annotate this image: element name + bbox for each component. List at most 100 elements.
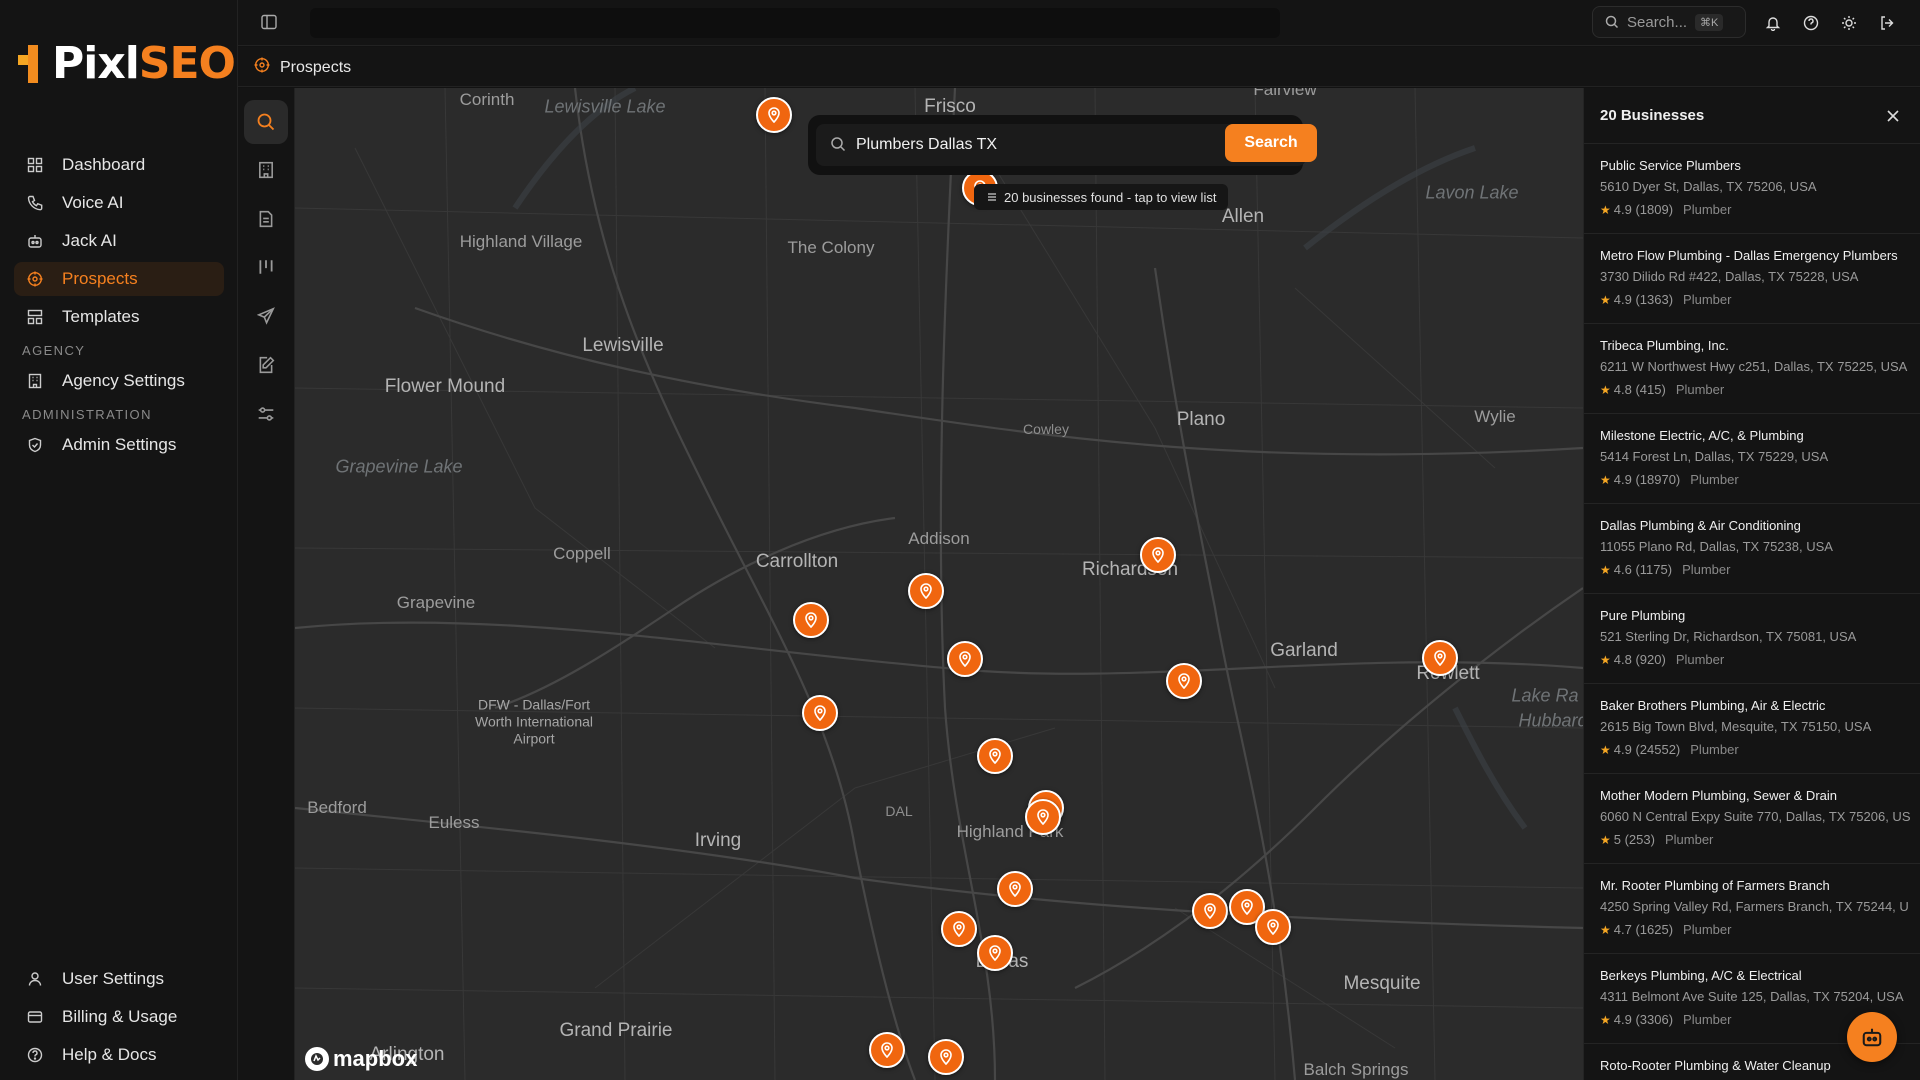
rail-edit-button[interactable]: [244, 343, 288, 387]
business-meta: ★ 4.9 (1809) Plumber: [1600, 202, 1920, 217]
map-pin[interactable]: [1166, 663, 1202, 699]
nav-section-administration: ADMINISTRATION: [22, 407, 152, 422]
nav-label: Voice AI: [62, 193, 124, 212]
help-circle-icon[interactable]: [1800, 12, 1822, 34]
nav-item-user-settings[interactable]: User Settings: [14, 962, 224, 996]
business-list-item[interactable]: Mother Modern Plumbing, Sewer & Drain 606…: [1584, 774, 1920, 864]
rail-send-button[interactable]: [244, 294, 288, 338]
business-list-item[interactable]: Metro Flow Plumbing - Dallas Emergency P…: [1584, 234, 1920, 324]
business-address: 4311 Belmont Ave Suite 125, Dallas, TX 7…: [1600, 989, 1904, 1004]
business-rating: 4.8 (920): [1613, 652, 1666, 667]
sidebar: Pixl SEO Dashboard Voice AI Jack AI Prosp…: [0, 0, 238, 1080]
place-label: Plano: [1176, 409, 1226, 430]
map-pin[interactable]: [908, 573, 944, 609]
nav-label: User Settings: [62, 969, 165, 988]
business-category: Plumber: [1682, 562, 1731, 577]
sun-icon[interactable]: [1838, 12, 1860, 34]
place-label: Hubbard: [1518, 710, 1583, 731]
nav-item-voice-ai[interactable]: Voice AI: [14, 186, 224, 220]
business-address: 521 Sterling Dr, Richardson, TX 75081, U…: [1600, 629, 1857, 644]
business-list-item[interactable]: Baker Brothers Plumbing, Air & Electric 2…: [1584, 684, 1920, 774]
global-search-input[interactable]: Search... ⌘K: [1592, 6, 1746, 38]
map-pin[interactable]: [869, 1032, 905, 1068]
place-label: Allen: [1221, 206, 1265, 227]
assistant-fab-button[interactable]: [1847, 1012, 1897, 1062]
rail-filter-button[interactable]: [244, 392, 288, 436]
results-panel-header: 20 Businesses: [1584, 88, 1920, 144]
business-meta: ★ 4.7 (1625) Plumber: [1600, 922, 1920, 937]
business-list-item[interactable]: Public Service Plumbers 5610 Dyer St, Dal…: [1584, 144, 1920, 234]
place-label: Wylie: [1474, 407, 1516, 426]
kanban-icon: [259, 260, 273, 274]
nav-item-templates[interactable]: Templates: [14, 300, 224, 334]
location-icon: [940, 1049, 952, 1065]
nav-item-jack-ai[interactable]: Jack AI: [14, 224, 224, 258]
business-list-item[interactable]: Mr. Rooter Plumbing of Farmers Branch 425…: [1584, 864, 1920, 954]
rail-kanban-button[interactable]: [244, 245, 288, 289]
map-pin[interactable]: [928, 1039, 964, 1075]
business-list-item[interactable]: Tribeca Plumbing, Inc. 6211 W Northwest H…: [1584, 324, 1920, 414]
map-pin[interactable]: [756, 97, 792, 133]
star-icon: ★: [1600, 562, 1611, 577]
map-pin[interactable]: [1025, 799, 1061, 835]
place-label: DAL: [885, 803, 913, 819]
logout-icon[interactable]: [1876, 12, 1898, 34]
top-bar-actions: [1762, 12, 1914, 34]
building-icon: [259, 161, 273, 179]
map-canvas[interactable]: Frisco Fairview Corinth Lewisville Lake …: [295, 88, 1583, 1080]
location-icon: [1009, 881, 1021, 897]
map-pin[interactable]: [1140, 537, 1176, 573]
map-pin[interactable]: [997, 871, 1033, 907]
rail-business-button[interactable]: [244, 148, 288, 192]
map-pin[interactable]: [977, 935, 1013, 971]
top-bar-blank-area: [310, 8, 1280, 38]
help-icon: [26, 1046, 44, 1064]
rail-search-button[interactable]: [244, 100, 288, 144]
bottom-nav: User Settings Billing & Usage Help & Doc…: [14, 962, 224, 1076]
map-search-button[interactable]: Search: [1225, 124, 1317, 162]
sidebar-toggle-icon[interactable]: [260, 13, 278, 36]
nav-item-admin-settings[interactable]: Admin Settings: [14, 428, 224, 462]
close-panel-button[interactable]: [1881, 104, 1905, 128]
business-category: Plumber: [1683, 202, 1732, 217]
business-list-item[interactable]: Milestone Electric, A/C, & Plumbing 5414 …: [1584, 414, 1920, 504]
location-icon: [989, 748, 1001, 764]
results-found-text: 20 businesses found - tap to view list: [1004, 189, 1217, 205]
map-pin[interactable]: [793, 602, 829, 638]
map-pin[interactable]: [1422, 640, 1458, 676]
nav-item-agency-settings[interactable]: Agency Settings: [14, 364, 224, 398]
location-icon: [1152, 547, 1164, 563]
nav-label: Admin Settings: [62, 435, 177, 454]
results-found-chip[interactable]: 20 businesses found - tap to view list: [974, 184, 1229, 210]
place-label: Coppell: [553, 544, 611, 563]
brand-logo[interactable]: Pixl SEO: [18, 38, 236, 89]
nav-item-prospects[interactable]: Prospects: [14, 262, 224, 296]
business-list-item[interactable]: Dallas Plumbing & Air Conditioning 11055 …: [1584, 504, 1920, 594]
business-category: Plumber: [1683, 292, 1732, 307]
map-pin[interactable]: [947, 641, 983, 677]
business-name: Dallas Plumbing & Air Conditioning: [1600, 518, 1801, 533]
rail-document-button[interactable]: [244, 197, 288, 241]
map-pin[interactable]: [1255, 909, 1291, 945]
close-icon: [1887, 110, 1899, 122]
business-name: Public Service Plumbers: [1600, 158, 1741, 173]
robot-icon: [1862, 1028, 1882, 1047]
map-pin[interactable]: [802, 695, 838, 731]
nav-item-dashboard[interactable]: Dashboard: [14, 148, 224, 182]
business-list-item[interactable]: Pure Plumbing 521 Sterling Dr, Richardson…: [1584, 594, 1920, 684]
location-icon: [1241, 899, 1253, 915]
nav-item-help[interactable]: Help & Docs: [14, 1038, 224, 1072]
nav-item-billing[interactable]: Billing & Usage: [14, 1000, 224, 1034]
building-icon: [26, 372, 44, 390]
bell-icon[interactable]: [1762, 12, 1784, 34]
map-pin[interactable]: [941, 911, 977, 947]
business-name: Pure Plumbing: [1600, 608, 1686, 623]
business-name: Metro Flow Plumbing - Dallas Emergency P…: [1600, 248, 1898, 263]
business-category: Plumber: [1664, 832, 1714, 847]
star-icon: ★: [1600, 202, 1611, 217]
map-pin[interactable]: [1192, 893, 1228, 929]
mapbox-attribution[interactable]: mapbox: [305, 1046, 417, 1072]
business-rating: 4.8 (415): [1613, 382, 1666, 397]
map-pin[interactable]: [977, 738, 1013, 774]
business-meta: ★ 4.9 (24552) Plumber: [1600, 742, 1920, 757]
